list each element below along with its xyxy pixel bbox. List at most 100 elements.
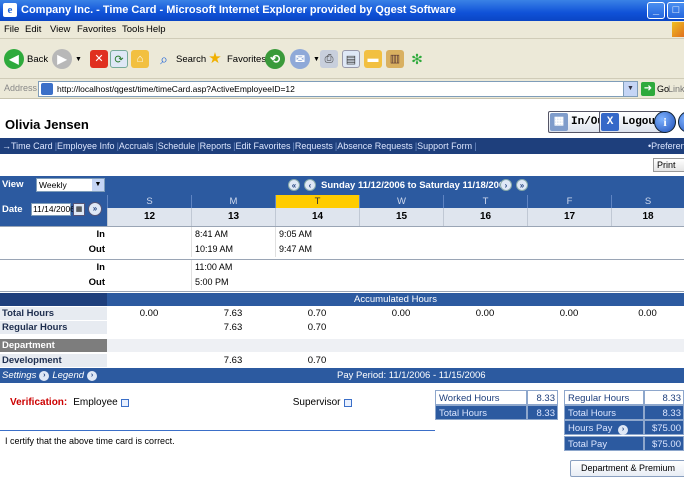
- punch-cell[interactable]: 8:41 AM: [191, 227, 275, 242]
- history-button[interactable]: ⟲: [265, 47, 288, 71]
- mail-icon: ✉: [290, 49, 310, 69]
- maximize-icon[interactable]: □: [667, 2, 684, 19]
- menu-file[interactable]: File: [4, 24, 19, 35]
- mail-button[interactable]: ✉ ▼: [290, 47, 320, 71]
- app-nav-bar: →Time Card |Employee Info |Accruals |Schedu…: [0, 138, 684, 154]
- week-nav-bar: View Weekly ▼ « ‹ Sunday 11/12/2006 to S…: [0, 176, 684, 195]
- print-button[interactable]: Print: [653, 158, 684, 172]
- worked-hours-label: Worked Hours: [435, 390, 527, 405]
- nav-schedule[interactable]: Schedule: [158, 141, 196, 151]
- hours-pay-arrow-icon[interactable]: ›: [618, 425, 628, 435]
- calendar-icon[interactable]: ▦: [73, 203, 85, 216]
- book-icon: ▥: [386, 50, 404, 68]
- search-icon: ⌕: [160, 51, 168, 67]
- menu-help[interactable]: Help: [146, 24, 166, 35]
- day-header-mon: M 13: [191, 195, 275, 226]
- department-header: Department: [0, 339, 684, 352]
- address-label: Address: [4, 83, 38, 93]
- punch-cell[interactable]: 11:00 AM: [191, 260, 275, 275]
- nav-requests[interactable]: Requests: [295, 141, 333, 151]
- punch-in-row: In 11:00 AM: [0, 260, 684, 275]
- menu-favorites[interactable]: Favorites: [77, 24, 116, 35]
- in-label: In: [96, 229, 105, 240]
- home-button[interactable]: ⌂: [131, 47, 152, 71]
- stop-icon: ✕: [90, 50, 108, 68]
- chevron-down-icon[interactable]: ▼: [92, 179, 104, 191]
- nav-reports[interactable]: Reports: [200, 141, 232, 151]
- supervisor-verify-label: Supervisor: [292, 397, 341, 408]
- date-input[interactable]: 11/14/2006: [31, 203, 75, 216]
- address-bar: Address http://localhost/qgest/time/time…: [0, 79, 684, 99]
- info-icon[interactable]: i: [654, 111, 676, 133]
- printer-icon: ⎙: [320, 50, 338, 68]
- punch-cell[interactable]: 10:19 AM: [191, 242, 275, 257]
- chevron-down-icon[interactable]: ▼: [313, 56, 320, 63]
- messenger-button[interactable]: ✻: [408, 47, 429, 71]
- address-input[interactable]: http://localhost/qgest/time/timeCard.asp…: [38, 81, 638, 97]
- nav-support-form[interactable]: Support Form: [417, 141, 472, 151]
- punch-out-row: Out 10:19 AM 9:47 AM: [0, 242, 684, 257]
- punch-in-row: In 8:41 AM 9:05 AM: [0, 227, 684, 242]
- total-hours-row: Total Hours 0.00 7.63 0.70 0.00 0.00 0.0…: [0, 307, 657, 320]
- hours-pay-value: $75.00: [644, 420, 684, 435]
- next-period-icon[interactable]: »: [516, 179, 528, 191]
- forward-arrow-icon: ▶: [52, 49, 72, 69]
- links-button[interactable]: Links: [668, 84, 684, 94]
- regular-hours-row: Regular Hours 7.63 0.70: [0, 321, 327, 334]
- prev-week-icon[interactable]: ‹: [304, 179, 316, 191]
- regular-hours-value: 8.33: [644, 390, 684, 405]
- punch-cell[interactable]: 9:05 AM: [275, 227, 359, 242]
- dept-premium-hours-button[interactable]: Department & Premium Hours: [570, 460, 684, 477]
- menu-tools[interactable]: Tools: [122, 24, 144, 35]
- punch-cell[interactable]: 9:47 AM: [275, 242, 359, 257]
- nav-employee-info[interactable]: Employee Info: [57, 141, 115, 151]
- nav-edit-favorites[interactable]: Edit Favorites: [236, 141, 291, 151]
- forward-button[interactable]: ▶ ▼: [52, 47, 82, 71]
- minimize-icon[interactable]: _: [647, 2, 665, 19]
- stop-button[interactable]: ✕: [90, 47, 111, 71]
- chevron-down-icon[interactable]: ▼: [75, 56, 82, 63]
- search-button[interactable]: ⌕ Search: [155, 47, 206, 71]
- date-go-icon[interactable]: »: [88, 202, 102, 216]
- hours-pay-label[interactable]: Hours Pay ›: [564, 420, 644, 435]
- refresh-button[interactable]: ⟳: [110, 47, 131, 71]
- settings-link[interactable]: Settings: [2, 370, 36, 381]
- ie-logo-icon: e: [3, 3, 17, 17]
- menu-edit[interactable]: Edit: [25, 24, 41, 35]
- folder-button[interactable]: ▬: [364, 47, 385, 71]
- verification-label: Verification:: [10, 397, 68, 408]
- back-button[interactable]: ◀ Back ▼: [4, 47, 58, 71]
- nav-preferences[interactable]: •Preference: [648, 141, 684, 151]
- clock-grid-icon: ▦: [550, 113, 568, 131]
- settings-arrow-icon[interactable]: ›: [39, 370, 50, 381]
- nav-time-card[interactable]: →Time Card: [2, 141, 53, 151]
- address-url[interactable]: http://localhost/qgest/time/timeCard.asp…: [57, 84, 295, 94]
- prev-period-icon[interactable]: «: [288, 179, 300, 191]
- punch-cell[interactable]: 5:00 PM: [191, 275, 275, 290]
- help-icon[interactable]: ?: [678, 111, 684, 133]
- menu-view[interactable]: View: [50, 24, 70, 35]
- day-header-thu: T 16: [443, 195, 527, 226]
- nav-absence-requests[interactable]: Absence Requests: [337, 141, 413, 151]
- employee-verify-checkbox[interactable]: [120, 398, 129, 407]
- window-title-bar: e Company Inc. - Time Card - Microsoft I…: [0, 0, 684, 21]
- nav-accruals[interactable]: Accruals: [119, 141, 154, 151]
- date-row: Date 11/14/2006 ▦ » S 12 M 13 T 14 W 15 …: [0, 195, 684, 226]
- out-label: Out: [88, 277, 105, 288]
- go-arrow-icon: ➜: [641, 82, 655, 96]
- chevron-down-icon[interactable]: ▼: [623, 82, 637, 96]
- browser-toolbar: ◀ Back ▼ ▶ ▼ ✕ ⟳ ⌂ ⌕ Search ★ Favorites …: [0, 39, 684, 79]
- supervisor-verify-checkbox[interactable]: [343, 398, 352, 407]
- research-button[interactable]: ▥: [386, 47, 407, 71]
- view-select[interactable]: Weekly ▼: [36, 178, 105, 192]
- week-range: Sunday 11/12/2006 to Saturday 11/18/2006: [321, 180, 510, 191]
- close-icon: X: [601, 113, 619, 131]
- edit-button[interactable]: ▤: [342, 47, 363, 71]
- print-toolbar-button[interactable]: ⎙: [320, 47, 341, 71]
- go-button[interactable]: ➜ Go: [641, 82, 669, 96]
- worked-hours-value: 8.33: [527, 390, 558, 405]
- favorites-button[interactable]: ★ Favorites: [206, 47, 266, 71]
- next-week-icon[interactable]: ›: [500, 179, 512, 191]
- legend-link[interactable]: Legend: [52, 370, 84, 381]
- legend-arrow-icon[interactable]: ›: [87, 370, 98, 381]
